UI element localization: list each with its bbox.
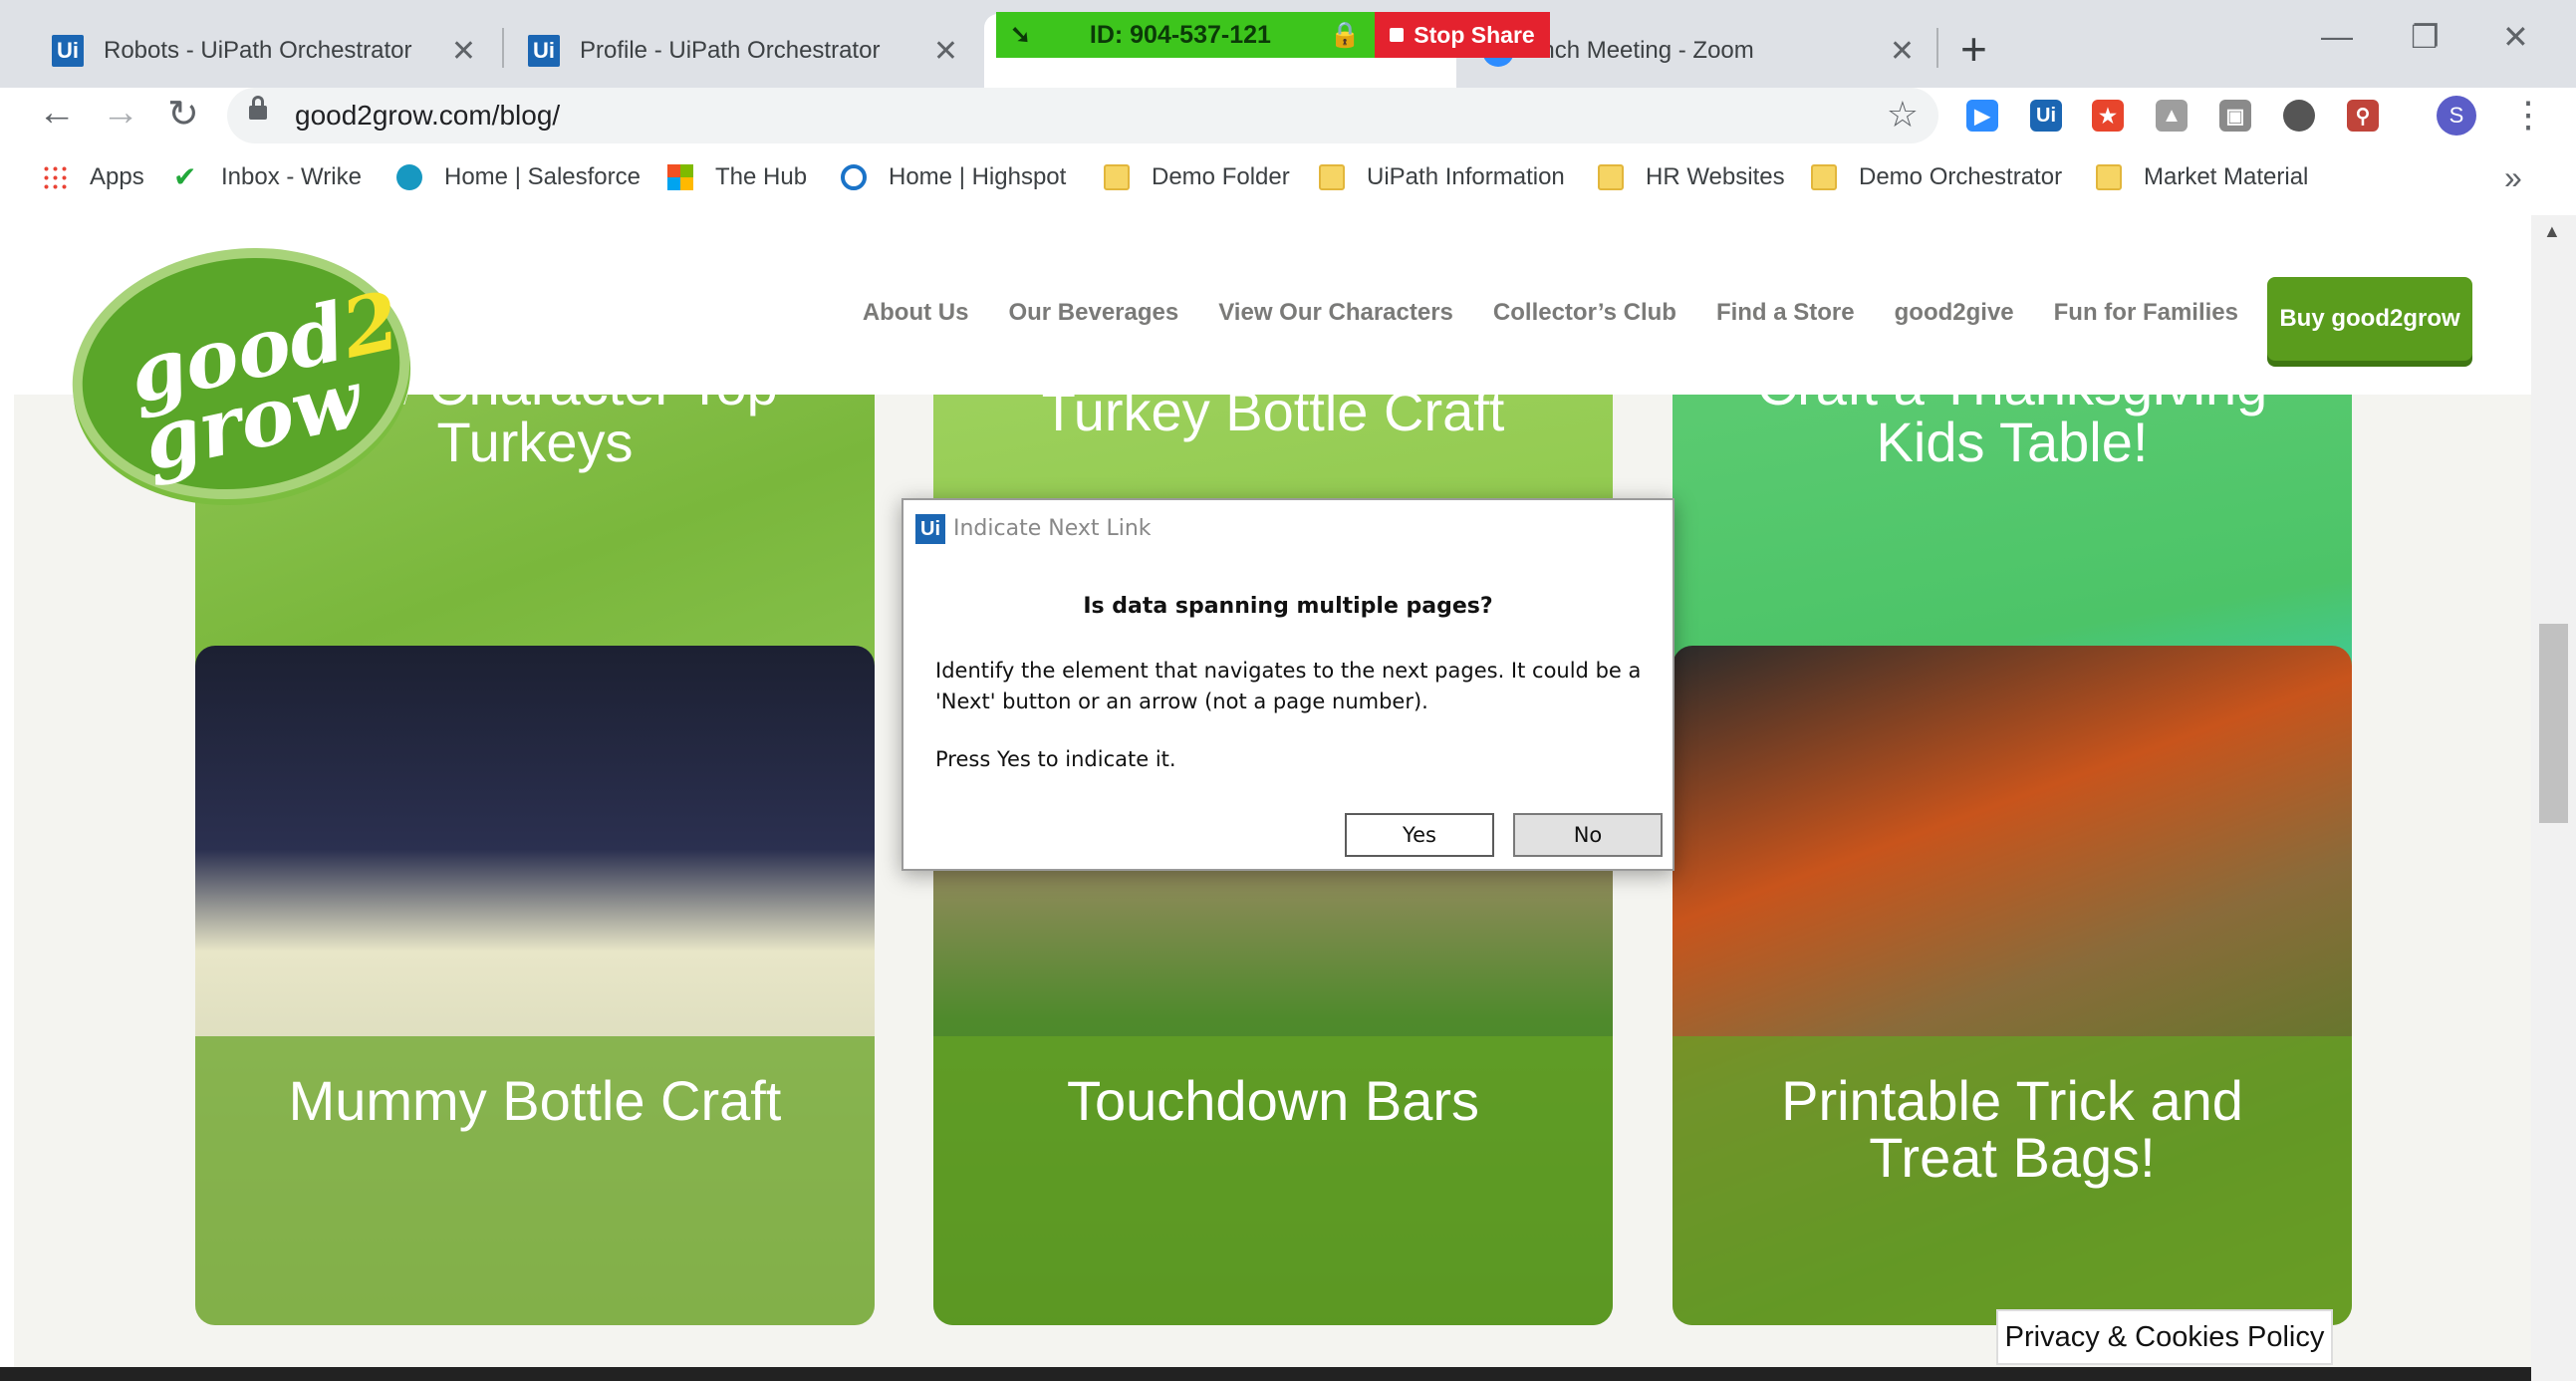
bookmark-market-material[interactable]: Market Material xyxy=(2096,163,2308,191)
uipath-icon: Ui xyxy=(915,514,945,544)
tab-separator xyxy=(502,28,504,68)
tab-separator xyxy=(1936,28,1938,68)
dialog-heading: Is data spanning multiple pages? xyxy=(1083,594,1493,619)
bookmarks-bar: Apps ✔ Inbox - Wrike Home | Salesforce T… xyxy=(0,149,2576,209)
dialog-body: Identify the element that navigates to t… xyxy=(935,659,1642,713)
chrome-menu-icon[interactable]: ⋮ xyxy=(2510,94,2546,136)
restore-button[interactable]: ❐ xyxy=(2411,18,2440,56)
salesforce-cloud-icon xyxy=(396,164,422,190)
site-nav: About Us Our Beverages View Our Characte… xyxy=(863,299,2238,327)
bookmark-label: Inbox - Wrike xyxy=(221,163,362,190)
bookmark-label: Market Material xyxy=(2144,163,2309,190)
bookmark-label: UiPath Information xyxy=(1367,163,1565,190)
privacy-cookies-policy-link[interactable]: Privacy & Cookies Policy xyxy=(1996,1309,2333,1365)
stop-share-label: Stop Share xyxy=(1414,21,1535,48)
bookmark-label: Apps xyxy=(90,163,144,190)
drive-extension-icon[interactable]: ▲ xyxy=(2156,100,2188,132)
nav-collectors-club[interactable]: Collector’s Club xyxy=(1493,299,1676,327)
page-scrollbar[interactable]: ▲ xyxy=(2531,215,2576,1381)
bookmark-label: Home | Highspot xyxy=(889,163,1067,190)
tab-label: Profile - UiPath Orchestrator xyxy=(580,37,881,64)
minimize-button[interactable]: — xyxy=(2321,18,2353,55)
bookmark-demo-folder[interactable]: Demo Folder xyxy=(1104,163,1290,191)
secure-lock-icon[interactable] xyxy=(249,96,267,120)
indicate-next-link-dialog: Ui Indicate Next Link Is data spanning m… xyxy=(902,498,1674,871)
bookmark-salesforce[interactable]: Home | Salesforce xyxy=(396,163,641,191)
bookmark-uipath-information[interactable]: UiPath Information xyxy=(1319,163,1565,191)
tab-label: Robots - UiPath Orchestrator xyxy=(104,37,412,64)
tab-profile-orchestrator[interactable]: Ui Profile - UiPath Orchestrator ✕ xyxy=(506,14,980,88)
zoom-share-bar: ➘ ID: 904-537-121 🔒 Stop Share xyxy=(996,12,1550,58)
bookmark-hr-websites[interactable]: HR Websites xyxy=(1598,163,1785,191)
office-extension-icon[interactable]: ★ xyxy=(2092,100,2124,132)
folder-icon xyxy=(1811,164,1837,190)
zoom-extension-icon[interactable]: ▶ xyxy=(1966,100,1998,132)
pdf-extension-icon[interactable]: ⚲ xyxy=(2347,100,2379,132)
book-extension-icon[interactable]: ▣ xyxy=(2219,100,2251,132)
share-arrow-icon: ➘ xyxy=(1010,21,1031,49)
scroll-up-arrow-icon[interactable]: ▲ xyxy=(2543,221,2561,242)
uipath-favicon-icon: Ui xyxy=(528,35,560,67)
forward-button[interactable]: → xyxy=(102,92,139,135)
nav-our-beverages[interactable]: Our Beverages xyxy=(1008,299,1178,327)
circle-extension-icon[interactable] xyxy=(2283,100,2315,132)
profile-avatar[interactable]: S xyxy=(2437,96,2476,136)
nav-find-a-store[interactable]: Find a Store xyxy=(1716,299,1855,327)
close-tab-icon[interactable]: ✕ xyxy=(451,34,476,69)
bottom-strip xyxy=(0,1367,2531,1381)
card-title: Printable Trick and Treat Bags! xyxy=(1781,1069,2243,1190)
close-window-button[interactable]: ✕ xyxy=(2502,18,2529,56)
folder-icon xyxy=(1319,164,1345,190)
address-bar[interactable]: good2grow.com/blog/ ☆ xyxy=(227,88,1938,143)
nav-view-our-characters[interactable]: View Our Characters xyxy=(1218,299,1453,327)
bookmark-apps[interactable]: Apps xyxy=(42,163,144,191)
nav-fun-for-families[interactable]: Fun for Families xyxy=(2054,299,2238,327)
meeting-id-bar[interactable]: ➘ ID: 904-537-121 🔒 xyxy=(996,12,1375,58)
lock-icon: 🔒 xyxy=(1329,20,1361,49)
stop-share-button[interactable]: Stop Share xyxy=(1375,12,1550,58)
scroll-thumb[interactable] xyxy=(2539,624,2568,823)
bookmark-label: HR Websites xyxy=(1646,163,1785,190)
buy-good2grow-button[interactable]: Buy good2grow xyxy=(2267,277,2472,361)
folder-icon xyxy=(2096,164,2122,190)
nav-good2give[interactable]: good2give xyxy=(1895,299,2014,327)
bookmark-label: Demo Orchestrator xyxy=(1859,163,2063,190)
blog-card-mummy-bottle-craft[interactable]: Mummy Bottle Craft xyxy=(195,646,875,1325)
meeting-id: ID: 904-537-121 xyxy=(1089,20,1271,49)
new-tab-button[interactable]: + xyxy=(1960,22,1987,76)
wrike-check-icon: ✔ xyxy=(173,161,197,192)
bookmark-the-hub[interactable]: The Hub xyxy=(667,163,807,191)
card-title: Mummy Bottle Craft xyxy=(288,1069,782,1132)
url-text[interactable]: good2grow.com/blog/ xyxy=(295,100,560,132)
bookmark-wrike[interactable]: ✔ Inbox - Wrike xyxy=(173,163,362,191)
bookmark-demo-orchestrator[interactable]: Demo Orchestrator xyxy=(1811,163,2062,191)
uipath-favicon-icon: Ui xyxy=(52,35,84,67)
bookmark-label: Demo Folder xyxy=(1152,163,1290,190)
close-tab-icon[interactable]: ✕ xyxy=(933,34,958,69)
highspot-icon xyxy=(841,164,867,190)
folder-icon xyxy=(1598,164,1624,190)
nav-about-us[interactable]: About Us xyxy=(863,299,969,327)
microsoft-icon xyxy=(667,164,693,190)
dialog-prompt: Press Yes to indicate it. xyxy=(935,747,1176,771)
blog-card-trick-treat-bags[interactable]: Printable Trick and Treat Bags! xyxy=(1673,646,2352,1325)
tab-label: unch Meeting - Zoom xyxy=(1528,37,1754,64)
back-button[interactable]: ← xyxy=(38,92,76,135)
dialog-title: Indicate Next Link xyxy=(953,516,1152,541)
yes-button[interactable]: Yes xyxy=(1345,813,1494,857)
tab-robots-orchestrator[interactable]: Ui Robots - UiPath Orchestrator ✕ xyxy=(30,14,498,88)
close-tab-icon[interactable]: ✕ xyxy=(1890,34,1915,69)
uipath-extension-icon[interactable]: Ui xyxy=(2030,100,2062,132)
stop-icon xyxy=(1390,28,1405,42)
no-button[interactable]: No xyxy=(1513,813,1663,857)
bookmark-label: The Hub xyxy=(715,163,808,190)
bookmark-star-icon[interactable]: ☆ xyxy=(1887,94,1919,136)
apps-grid-icon xyxy=(42,164,68,190)
more-bookmarks-button[interactable]: » xyxy=(2504,159,2522,196)
reload-button[interactable]: ↻ xyxy=(167,92,199,137)
folder-icon xyxy=(1104,164,1130,190)
card-title: Touchdown Bars xyxy=(1066,1069,1479,1132)
bookmark-highspot[interactable]: Home | Highspot xyxy=(841,163,1066,191)
bookmark-label: Home | Salesforce xyxy=(444,163,641,190)
